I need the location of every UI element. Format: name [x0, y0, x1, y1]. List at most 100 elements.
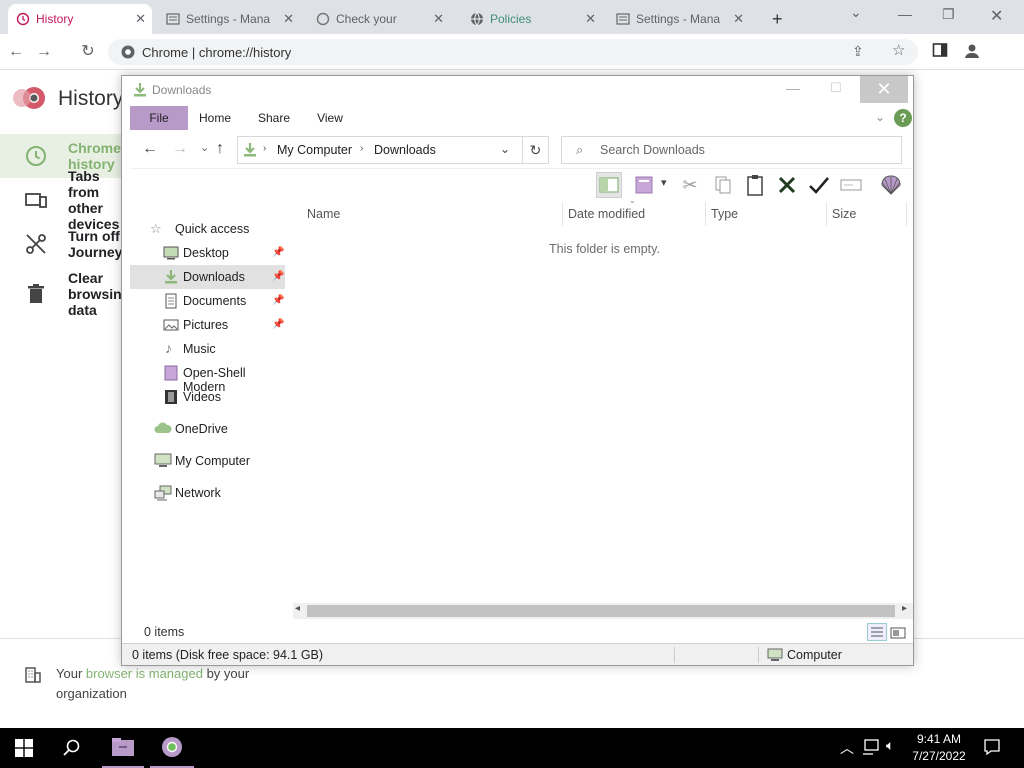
cut-button[interactable]: ✂	[677, 172, 703, 198]
videos-icon	[163, 389, 179, 405]
breadcrumb-my-computer[interactable]: My Computer	[277, 143, 352, 157]
nav-documents[interactable]: Documents 📌	[130, 289, 285, 313]
system-clock[interactable]: 9:41 AM 7/27/2022	[898, 731, 980, 765]
tab-search-icon[interactable]: ⌄	[850, 4, 862, 21]
tab-history[interactable]: History ✕	[8, 4, 152, 34]
settings-page-icon	[166, 12, 180, 26]
search-box[interactable]: ⌕ Search Downloads	[561, 136, 902, 164]
pin-icon[interactable]: 📌	[272, 295, 284, 306]
ribbon-tab-home[interactable]: Home	[194, 106, 236, 130]
tab-settings-1[interactable]: Settings - Mana ✕	[158, 4, 300, 34]
scrollbar-thumb[interactable]	[307, 605, 895, 617]
ribbon-tabs: File Home Share View ⌄ ?	[130, 106, 913, 130]
details-view-icon[interactable]	[867, 623, 887, 641]
scroll-right-icon[interactable]: ▸	[902, 603, 907, 614]
column-header-size[interactable]: Size	[827, 202, 907, 226]
paste-button[interactable]	[742, 172, 768, 198]
history-nav-tabs-other-devices[interactable]: Tabs from other devices	[0, 168, 130, 232]
tab-check-your[interactable]: Check your ✕	[308, 4, 450, 34]
reload-icon[interactable]: ↻	[78, 42, 98, 62]
tab-settings-2[interactable]: Settings - Mana ✕	[608, 4, 750, 34]
managed-link[interactable]: browser is managed	[86, 666, 203, 681]
open-shell-button[interactable]	[878, 172, 904, 198]
computer-icon	[154, 453, 172, 469]
tab-close-icon[interactable]: ✕	[733, 11, 744, 27]
start-button[interactable]	[0, 728, 48, 768]
horizontal-scrollbar[interactable]: ◂ ▸	[293, 603, 913, 619]
copy-button[interactable]	[710, 172, 736, 198]
taskbar-file-explorer[interactable]	[102, 728, 144, 768]
delete-button[interactable]	[774, 172, 800, 198]
properties-button[interactable]	[632, 172, 658, 198]
site-info-icon[interactable]	[120, 44, 136, 63]
forward-arrow-icon[interactable]: →	[34, 42, 54, 62]
share-icon[interactable]: ⇪	[852, 43, 864, 60]
volume-icon[interactable]: 🔈︎	[886, 737, 894, 754]
up-arrow-icon[interactable]: ↑	[216, 140, 224, 158]
column-header-type[interactable]: Type	[706, 202, 827, 226]
taskbar-search-button[interactable]	[50, 728, 94, 768]
ribbon-tab-view[interactable]: View	[310, 106, 350, 130]
recent-locations-chevron-icon[interactable]: ⌄	[200, 141, 209, 154]
taskbar-chrome[interactable]	[150, 728, 194, 768]
refresh-button[interactable]: ↻	[523, 136, 549, 164]
nav-music[interactable]: ♪ Music	[130, 337, 285, 361]
maximize-icon[interactable]: ☐	[830, 80, 842, 96]
history-nav-turn-off-journeys[interactable]: Turn off Journeys	[0, 222, 130, 266]
pin-icon[interactable]: 📌	[272, 247, 284, 258]
forward-arrow-icon[interactable]: →	[172, 140, 188, 158]
tab-policies[interactable]: Policies ✕	[462, 4, 602, 34]
explorer-title-bar[interactable]: Downloads — ☐ ✕	[122, 76, 913, 103]
breadcrumb-downloads[interactable]: Downloads	[374, 143, 436, 157]
history-nav-clear-browsing-data[interactable]: Clear browsing data	[0, 270, 130, 318]
minimize-icon[interactable]: —	[898, 6, 912, 22]
tab-close-icon[interactable]: ✕	[433, 11, 444, 27]
network-status-icon[interactable]	[862, 738, 880, 759]
side-panel-icon[interactable]	[930, 42, 950, 62]
document-icon	[163, 293, 179, 309]
address-dropdown-chevron-icon[interactable]: ⌄	[500, 142, 510, 156]
notifications-icon[interactable]	[983, 738, 1001, 759]
profile-avatar-icon[interactable]	[962, 42, 982, 62]
nav-open-shell-modern[interactable]: Open-Shell Modern	[130, 361, 285, 394]
preview-pane-button[interactable]	[596, 172, 622, 198]
scroll-left-icon[interactable]: ◂	[295, 603, 300, 614]
ribbon-tab-share[interactable]: Share	[252, 106, 296, 130]
close-button[interactable]: ✕	[860, 76, 908, 103]
omnibox[interactable]: Chrome | chrome://history ⇪ ☆	[108, 39, 918, 65]
close-window-icon[interactable]: ✕	[990, 6, 1003, 26]
refresh-icon: ↻	[529, 142, 542, 158]
expand-ribbon-chevron-icon[interactable]: ⌄	[875, 110, 885, 124]
back-arrow-icon[interactable]: ←	[6, 42, 26, 62]
restore-icon[interactable]: ❐	[942, 6, 955, 23]
nav-network[interactable]: Network	[130, 481, 285, 505]
rename-button[interactable]	[838, 172, 864, 198]
nav-quick-access[interactable]: ☆ Quick access	[130, 217, 285, 241]
new-tab-button[interactable]: +	[764, 4, 794, 34]
minimize-icon[interactable]: —	[786, 80, 800, 96]
back-arrow-icon[interactable]: ←	[142, 140, 158, 158]
bookmark-star-icon[interactable]: ☆	[892, 41, 905, 59]
tab-close-icon[interactable]: ✕	[283, 11, 294, 27]
pin-icon[interactable]: 📌	[272, 271, 284, 282]
windows-logo-icon	[15, 739, 33, 757]
properties-dropdown-icon[interactable]: ▾	[661, 176, 667, 189]
building-icon	[24, 666, 42, 687]
pin-icon[interactable]: 📌	[272, 319, 284, 330]
nav-videos[interactable]: Videos	[130, 385, 285, 409]
nav-downloads[interactable]: Downloads 📌	[130, 265, 285, 289]
help-icon[interactable]: ?	[894, 109, 912, 127]
cloud-icon	[154, 422, 172, 438]
column-header-name[interactable]: Name	[302, 202, 563, 226]
show-hidden-icons-chevron[interactable]: ︿	[840, 738, 854, 758]
tab-close-icon[interactable]: ✕	[135, 11, 146, 27]
column-header-date-modified[interactable]: Date modified	[563, 202, 706, 226]
nav-onedrive[interactable]: OneDrive	[130, 417, 285, 441]
ribbon-tab-file[interactable]: File	[130, 106, 188, 130]
nav-my-computer[interactable]: My Computer	[130, 449, 285, 473]
select-checkmark-button[interactable]	[806, 172, 832, 198]
tab-close-icon[interactable]: ✕	[585, 11, 596, 27]
nav-desktop[interactable]: Desktop 📌	[130, 241, 285, 265]
nav-pictures[interactable]: Pictures 📌	[130, 313, 285, 337]
address-bar[interactable]: › My Computer › Downloads ⌄	[237, 136, 523, 164]
